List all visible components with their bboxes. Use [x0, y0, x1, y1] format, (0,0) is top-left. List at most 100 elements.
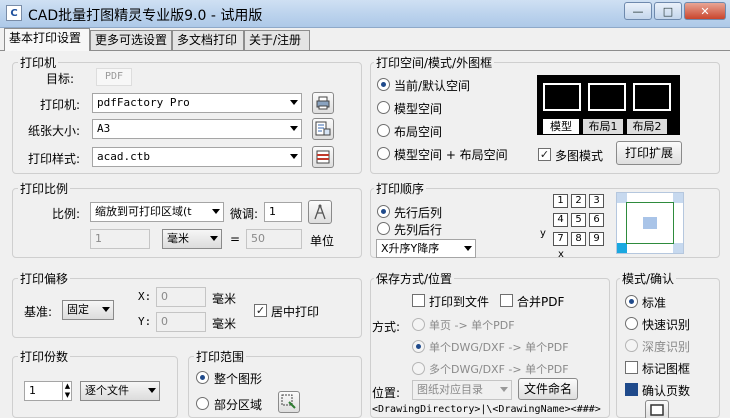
fine-tune-label: 微调:	[230, 207, 259, 221]
x-offset-input[interactable]: 0	[156, 287, 206, 307]
minimize-button[interactable]: —	[624, 2, 652, 20]
space-option-current: 当前/默认空间	[394, 79, 471, 93]
range-radio-partial[interactable]	[196, 397, 209, 410]
printer-select[interactable]: pdfFactory Pro	[92, 93, 302, 113]
order-grid-cell[interactable]: 1	[553, 194, 568, 208]
recognition-standard: 标准	[642, 296, 667, 310]
y-offset-input[interactable]: 0	[156, 312, 206, 332]
space-radio-layout[interactable]	[377, 124, 390, 137]
compass-icon	[314, 204, 326, 220]
y-offset-unit: 毫米	[212, 317, 237, 331]
order-grid-cell[interactable]: 3	[589, 194, 604, 208]
print-to-file-label: 打印到文件	[429, 295, 490, 309]
equals-sign: =	[230, 232, 241, 246]
frame-icon	[650, 404, 664, 416]
print-expand-button[interactable]: 打印扩展	[616, 141, 682, 165]
select-area-button[interactable]	[278, 391, 300, 413]
recognition-deep: 深度识别	[642, 340, 691, 354]
mark-frame-label: 标记图框	[642, 362, 691, 376]
corner-bottom-left[interactable]	[617, 243, 627, 253]
space-group-title: 打印空间/模式/外图框	[374, 54, 495, 71]
file-naming-button[interactable]: 文件命名	[518, 378, 578, 400]
printer-properties-button[interactable]	[312, 92, 334, 114]
recognition-radio-fast[interactable]	[625, 317, 638, 330]
corner-top-right[interactable]	[673, 193, 683, 203]
order-option-row-first: 先行后列	[394, 206, 443, 220]
preview-frame-layout1	[588, 83, 626, 111]
target-value: PDF	[96, 68, 132, 86]
range-radio-whole[interactable]	[196, 371, 209, 384]
tab-divider	[0, 50, 730, 51]
order-radio-row-first[interactable]	[377, 205, 390, 218]
order-grid-cell[interactable]: 7	[553, 232, 568, 246]
order-grid-cell[interactable]: 8	[571, 232, 586, 246]
layout-preview: 模型 布局1 布局2	[537, 75, 680, 135]
order-grid-cell[interactable]: 6	[589, 213, 604, 227]
y-offset-label: Y:	[138, 315, 152, 328]
ratio-select[interactable]: 缩放到可打印区域(t	[90, 202, 224, 222]
recognition-fast: 快速识别	[642, 318, 691, 332]
order-grid-cell[interactable]: 5	[571, 213, 586, 227]
order-grid-cell[interactable]: 4	[553, 213, 568, 227]
scale-value2-input[interactable]: 50	[246, 229, 302, 249]
recognition-radio-deep[interactable]	[625, 339, 638, 352]
confirm-pages-checkbox[interactable]	[625, 383, 638, 396]
confirm-group-title: 模式/确认	[620, 270, 677, 287]
paper-size-select[interactable]: A3	[92, 119, 302, 139]
scale-unit-select[interactable]: 毫米	[162, 229, 222, 249]
page-center[interactable]	[643, 217, 657, 229]
plot-style-select[interactable]: acad.ctb	[92, 147, 302, 167]
save-mode-radio-page[interactable]	[412, 318, 425, 331]
space-radio-both[interactable]	[377, 147, 390, 160]
print-to-file-checkbox[interactable]	[412, 294, 425, 307]
center-print-checkbox[interactable]: ✓	[254, 304, 267, 317]
position-preview	[616, 192, 684, 254]
confirm-tool-button[interactable]	[645, 400, 669, 418]
copies-per-select[interactable]: 逐个文件	[80, 381, 160, 401]
order-grid-cell[interactable]: 9	[589, 232, 604, 246]
range-group-title: 打印范围	[194, 348, 247, 365]
axis-y-label: y	[540, 228, 546, 239]
corner-bottom-right[interactable]	[673, 243, 683, 253]
base-select[interactable]: 固定	[62, 300, 114, 320]
order-radio-col-first[interactable]	[377, 222, 390, 235]
printer-label: 打印机:	[40, 98, 81, 112]
scale-tool-button[interactable]	[308, 200, 332, 224]
save-mode-page: 单页 -> 单个PDF	[429, 319, 515, 332]
space-option-layout: 布局空间	[394, 125, 443, 139]
fine-tune-input[interactable]: 1	[264, 202, 302, 222]
merge-pdf-checkbox[interactable]	[500, 294, 513, 307]
save-path-text: <DrawingDirectory>|\<DrawingName><###>	[372, 404, 601, 415]
space-radio-current[interactable]	[377, 78, 390, 91]
tab-more-settings[interactable]: 更多可选设置	[90, 30, 172, 50]
location-select[interactable]: 图纸对应目录	[412, 380, 512, 400]
save-mode-radio-multi[interactable]	[412, 362, 425, 375]
paper-size-label: 纸张大小:	[28, 124, 81, 138]
order-grid-cell[interactable]: 2	[571, 194, 586, 208]
x-offset-label: X:	[138, 290, 152, 303]
save-mode-single: 单个DWG/DXF -> 单个PDF	[429, 341, 569, 354]
paper-settings-button[interactable]	[312, 118, 334, 140]
multi-mode-label: 多图模式	[555, 149, 604, 163]
scale-value1-input[interactable]: 1	[90, 229, 150, 249]
sort-order-select[interactable]: X升序Y降序	[376, 239, 476, 258]
scale-group-title: 打印比例	[18, 180, 71, 197]
space-radio-model[interactable]	[377, 101, 390, 114]
range-option-partial: 部分区域	[214, 398, 263, 412]
tab-basic-settings[interactable]: 基本打印设置	[4, 28, 90, 51]
center-print-label: 居中打印	[271, 305, 320, 319]
tab-about[interactable]: 关于/注册	[244, 30, 310, 50]
save-mode-radio-single[interactable]	[412, 340, 425, 353]
tab-multi-doc[interactable]: 多文档打印	[172, 30, 244, 50]
close-button[interactable]: ✕	[684, 2, 726, 20]
multi-mode-checkbox[interactable]: ✓	[538, 148, 551, 161]
maximize-button[interactable]: □	[654, 2, 682, 20]
space-option-model: 模型空间	[394, 102, 443, 116]
mark-frame-checkbox[interactable]	[625, 361, 638, 374]
base-label: 基准:	[24, 305, 53, 319]
printer-icon	[316, 96, 330, 110]
plot-style-edit-button[interactable]	[312, 146, 334, 168]
select-area-icon	[281, 394, 296, 409]
recognition-radio-standard[interactable]	[625, 295, 638, 308]
copies-spinner[interactable]: ▲ ▼	[62, 382, 72, 400]
